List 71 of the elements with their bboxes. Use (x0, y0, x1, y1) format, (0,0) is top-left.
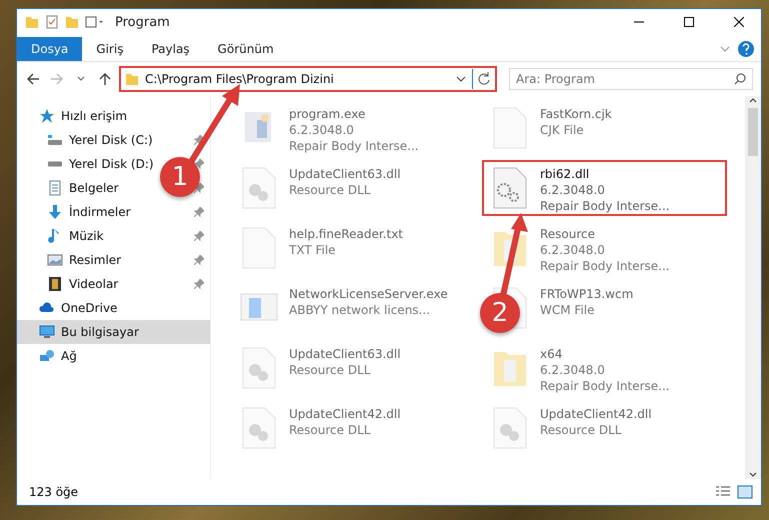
file-detail: 6.2.3048.0 (289, 122, 355, 138)
file-detail: Repair Body Interse... (540, 258, 670, 274)
file-detail: Repair Body Interse... (540, 378, 670, 394)
nav-pane-item[interactable]: Yerel Disk (D:) (69, 157, 154, 171)
nav-pane-item[interactable]: Hızlı erişim (61, 109, 128, 123)
nav-pane-item[interactable]: OneDrive (61, 301, 118, 315)
back-arrow-icon (26, 72, 40, 86)
file-item[interactable]: rbi62.dll 6.2.3048.0 Repair Body Interse... (482, 160, 727, 216)
search-field[interactable]: Ara: Program (509, 68, 753, 90)
file-name[interactable]: Resource (540, 226, 670, 242)
ribbon-tab[interactable]: Paylaş (137, 37, 204, 61)
chevron-down-icon (77, 75, 85, 83)
file-name[interactable]: x64 (540, 346, 670, 362)
file-detail: 6.2.3048.0 (540, 362, 606, 378)
file-name[interactable]: UpdateClient63.dll (289, 166, 401, 182)
nav-pane-item[interactable]: Müzik (69, 229, 104, 243)
close-icon (734, 17, 744, 27)
star-icon (39, 108, 55, 124)
network-icon (39, 348, 55, 364)
nav-pane-item[interactable]: Belgeler (69, 181, 119, 195)
file-detail: 6.2.3048.0 (540, 242, 606, 258)
file-name[interactable]: FRToWP13.wcm (540, 286, 634, 302)
scroll-down-icon[interactable] (749, 471, 757, 479)
file-detail: Resource DLL (289, 422, 372, 438)
file-detail: TXT File (289, 242, 337, 258)
file-name[interactable]: FastKorn.cjk (540, 106, 612, 122)
forward-arrow-icon (50, 72, 64, 86)
file-name[interactable]: UpdateClient63.dll (289, 346, 401, 362)
download-icon (47, 204, 63, 220)
film-icon (47, 276, 63, 292)
file-name[interactable]: help.fineReader.txt (289, 226, 403, 242)
nav-pane-item[interactable]: İndirmeler (69, 205, 131, 219)
scroll-up-icon[interactable] (749, 96, 757, 104)
properties-icon[interactable] (45, 15, 59, 29)
file-name[interactable]: program.exe (289, 106, 419, 122)
folder-icon (125, 72, 139, 86)
file-detail: Repair Body Interse... (289, 138, 419, 154)
scrollbar[interactable] (745, 96, 761, 479)
file-detail: ABBYY network licens... (289, 302, 431, 318)
file-detail: Resource DLL (289, 362, 372, 378)
large-icons-view-icon[interactable] (737, 485, 753, 499)
up-arrow-icon (98, 72, 112, 86)
item-count: 123 öğe (29, 485, 78, 499)
customize-icon[interactable] (85, 15, 105, 29)
drive-icon (47, 161, 63, 167)
ribbon-tab[interactable]: Dosya (17, 37, 82, 61)
file-detail: Resource DLL (289, 182, 372, 198)
search-icon (734, 73, 746, 85)
nav-pane-item[interactable]: Yerel Disk (C:) (69, 133, 153, 147)
dropdown-caret-icon[interactable] (456, 75, 466, 83)
ribbon-tab[interactable]: Görünüm (204, 37, 288, 61)
file-detail: CJK File (540, 122, 585, 138)
scrollbar-thumb[interactable] (748, 108, 758, 156)
file-detail: WCM File (540, 302, 596, 318)
nav-pane-item[interactable]: Videolar (69, 277, 118, 291)
drive-icon (47, 134, 63, 146)
ribbon-tab[interactable]: Giriş (82, 37, 138, 61)
monitor-icon (39, 324, 55, 340)
nav-pane-item[interactable]: Resimler (69, 253, 122, 267)
file-name[interactable]: UpdateClient42.dll (289, 406, 401, 422)
document-icon (47, 180, 63, 196)
file-name[interactable]: UpdateClient42.dll (540, 406, 652, 422)
file-detail: Resource DLL (540, 422, 622, 438)
nav-pane-item[interactable]: Bu bilgisayar (17, 320, 210, 344)
maximize-icon (684, 17, 694, 27)
address-bar[interactable]: C:\Program Files\Program Dizini (119, 66, 497, 92)
nav-pane-item[interactable]: Ağ (61, 349, 77, 363)
window-title: Program (115, 14, 170, 30)
folder-icon (25, 15, 39, 29)
file-name[interactable]: NetworkLicenseServer.exe (289, 286, 448, 302)
picture-icon (47, 252, 63, 268)
